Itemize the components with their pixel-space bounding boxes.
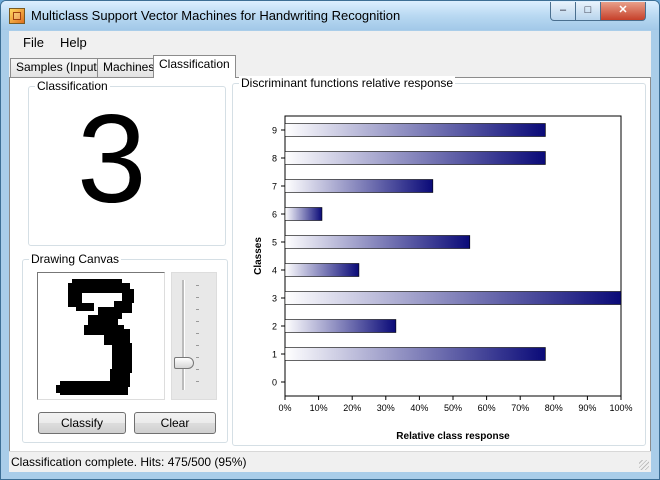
app-icon[interactable] — [9, 8, 25, 24]
bar-class-5 — [284, 235, 471, 249]
x-tick-label: 40% — [410, 403, 428, 413]
y-axis-label: Classes — [253, 237, 264, 275]
x-tick-label: 60% — [478, 403, 496, 413]
slider-tick — [196, 381, 199, 382]
app-window: Multiclass Support Vector Machines for H… — [0, 0, 660, 480]
x-tick-label: 50% — [444, 403, 462, 413]
bar-class-9 — [284, 123, 546, 137]
pen-size-slider[interactable] — [171, 272, 217, 400]
y-tick-label: 4 — [272, 266, 277, 276]
maximize-button[interactable]: □ — [575, 2, 601, 21]
status-bar: Classification complete. Hits: 475/500 (… — [9, 451, 651, 472]
y-tick-label: 3 — [272, 294, 277, 304]
slider-tick — [196, 333, 199, 334]
tab-samples-input[interactable]: Samples (Input) — [10, 58, 107, 77]
y-tick-label: 6 — [272, 210, 277, 220]
y-tick-label: 1 — [272, 350, 277, 360]
discriminant-response-chart: 0 1 2 3 4 5 6 7 8 9 0% 10% 20% 30% 40% 50% 60% 70% 80% 90%… — [253, 115, 633, 442]
y-tick-label: 2 — [272, 322, 277, 332]
minimize-button[interactable]: – — [550, 2, 576, 21]
x-axis-label: Relative class response — [396, 431, 510, 442]
slider-tick — [196, 321, 199, 322]
bar-class-3 — [284, 291, 622, 305]
clear-button[interactable]: Clear — [134, 412, 216, 434]
classification-tab-panel: Classification 3 Drawing Canvas Classify… — [9, 76, 651, 454]
x-tick-label: 0% — [278, 403, 291, 413]
classification-group: Classification 3 — [28, 79, 226, 246]
x-tick-label: 80% — [545, 403, 563, 413]
status-text: Classification complete. Hits: 475/500 (… — [11, 455, 247, 469]
resize-grip[interactable] — [639, 460, 649, 470]
y-tick-label: 0 — [272, 378, 277, 388]
slider-tick — [196, 297, 199, 298]
x-tick-label: 100% — [609, 403, 632, 413]
title-bar[interactable]: Multiclass Support Vector Machines for H… — [1, 1, 659, 30]
drawing-canvas[interactable] — [37, 272, 165, 400]
bar-class-8 — [284, 151, 546, 165]
x-tick-label: 20% — [343, 403, 361, 413]
slider-rail — [182, 280, 185, 390]
classified-digit: 3 — [77, 90, 147, 229]
bar-class-6 — [284, 207, 323, 221]
client-area: File Help Samples (Input) Machines Class… — [9, 31, 651, 472]
y-tick-label: 9 — [272, 126, 277, 136]
window-title: Multiclass Support Vector Machines for H… — [31, 8, 401, 23]
discriminant-chart-group: Discriminant functions relative response… — [232, 76, 646, 446]
menu-file[interactable]: File — [23, 35, 44, 50]
slider-tick — [196, 345, 199, 346]
drawing-canvas-group: Drawing Canvas Classify Clear — [22, 252, 228, 443]
drawing-canvas-label: Drawing Canvas — [29, 252, 122, 266]
x-tick-label: 90% — [578, 403, 596, 413]
close-button[interactable]: ✕ — [600, 2, 646, 21]
x-tick-label: 10% — [310, 403, 328, 413]
menu-help[interactable]: Help — [60, 35, 87, 50]
slider-tick — [196, 285, 199, 286]
x-tick-label: 30% — [377, 403, 395, 413]
handwritten-digit-drawing — [56, 279, 134, 395]
y-tick-label: 5 — [272, 238, 277, 248]
tab-classification[interactable]: Classification — [153, 55, 236, 78]
y-tick-label: 7 — [272, 182, 277, 192]
tab-machines[interactable]: Machines — [97, 58, 161, 77]
x-tick-label: 70% — [511, 403, 529, 413]
slider-tick — [196, 357, 199, 358]
bar-class-1 — [284, 347, 546, 361]
chart-group-label: Discriminant functions relative response — [239, 76, 456, 90]
y-tick-label: 8 — [272, 154, 277, 164]
menu-bar: File Help — [9, 31, 651, 53]
slider-tick — [196, 369, 199, 370]
slider-thumb[interactable] — [174, 357, 194, 369]
slider-tick — [196, 309, 199, 310]
bar-class-2 — [284, 319, 397, 333]
bar-class-4 — [284, 263, 360, 277]
bar-class-7 — [284, 179, 434, 193]
classify-button[interactable]: Classify — [38, 412, 126, 434]
